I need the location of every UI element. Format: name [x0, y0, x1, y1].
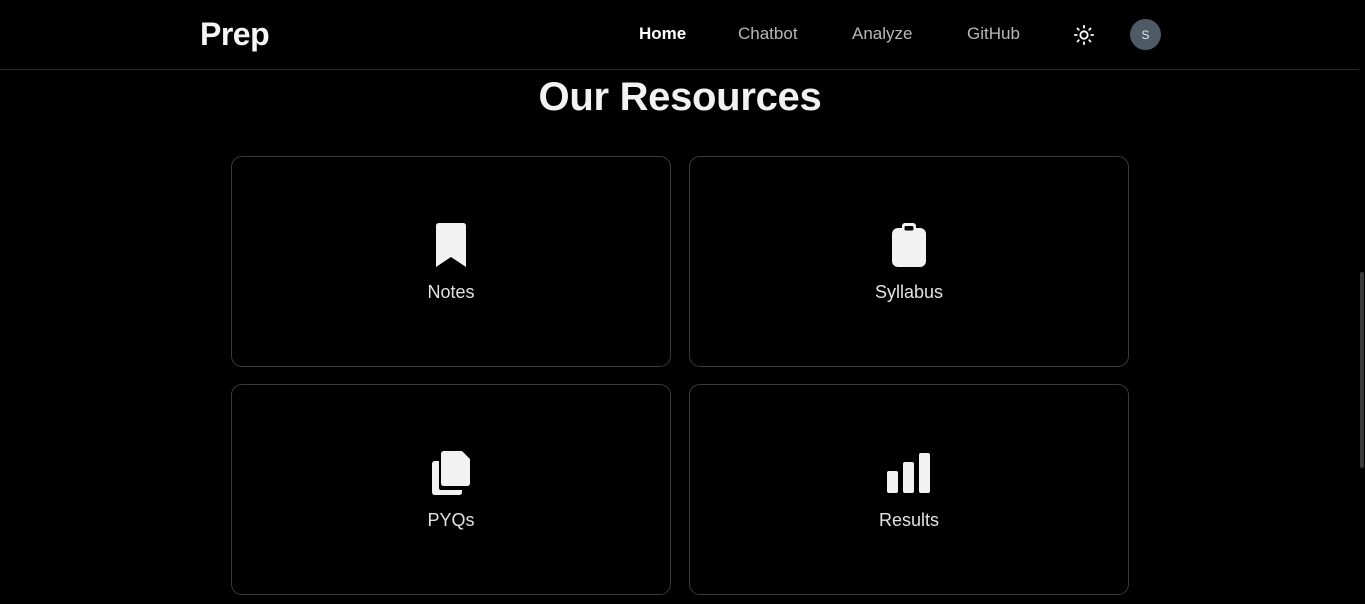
app-root: Prep Home Chatbot Analyze GitHub S Our R… — [0, 0, 1365, 604]
copy-documents-icon — [429, 449, 473, 497]
resource-card-notes[interactable]: Notes — [231, 156, 671, 367]
card-label-pyqs: PYQs — [427, 510, 475, 530]
card-label-results: Results — [878, 510, 940, 530]
card-label-notes: Notes — [427, 282, 475, 302]
top-navbar: Prep Home Chatbot Analyze GitHub S — [0, 0, 1365, 70]
resource-card-results[interactable]: Results — [689, 384, 1129, 595]
scrollbar-thumb[interactable] — [1360, 272, 1364, 468]
nav-github-link[interactable]: GitHub — [967, 24, 1020, 44]
resource-card-syllabus[interactable]: Syllabus — [689, 156, 1129, 367]
brand-logo[interactable]: Prep — [200, 16, 270, 53]
clipboard-icon — [887, 221, 931, 269]
bar-chart-icon — [887, 449, 931, 497]
bookmark-icon — [429, 221, 473, 269]
nav-analyze-link[interactable]: Analyze — [852, 24, 912, 44]
vertical-scrollbar[interactable] — [1359, 0, 1365, 604]
nav-home-link[interactable]: Home — [639, 24, 686, 44]
nav-chatbot-link[interactable]: Chatbot — [738, 24, 798, 44]
card-label-syllabus: Syllabus — [874, 282, 944, 302]
resource-card-pyqs[interactable]: PYQs — [231, 384, 671, 595]
section-title: Our Resources — [538, 75, 822, 119]
user-avatar[interactable]: S — [1130, 19, 1161, 50]
sun-icon — [1073, 24, 1095, 46]
theme-toggle-button[interactable] — [1071, 22, 1097, 48]
